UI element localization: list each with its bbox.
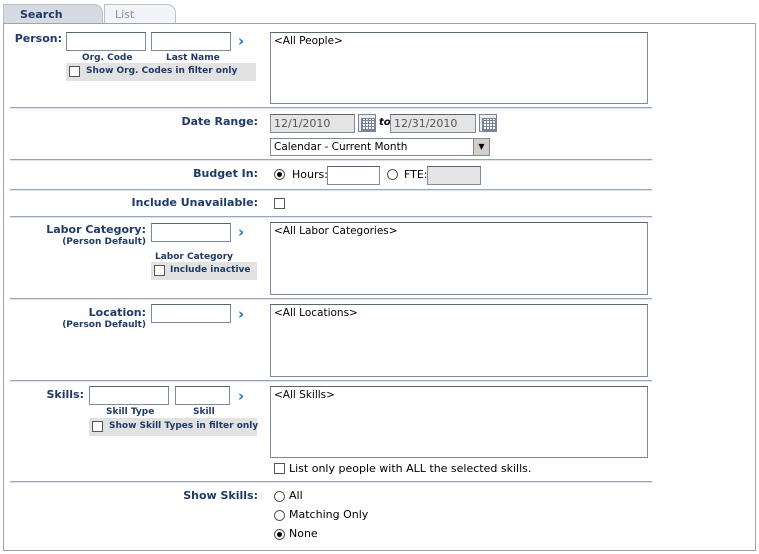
- date-preset-value: Calendar - Current Month: [274, 141, 408, 153]
- tab-search-label: Search: [20, 8, 63, 21]
- skills-search-arrow-icon[interactable]: ›: [238, 389, 244, 404]
- separator: [10, 481, 652, 483]
- labor-category-field-label: Labor Category: [155, 252, 234, 262]
- people-list-item[interactable]: <All People>: [274, 35, 343, 47]
- show-skills-matching-radio[interactable]: [274, 510, 285, 521]
- include-unavailable-label: Include Unavailable:: [131, 196, 258, 209]
- date-from-input[interactable]: 12/1/2010: [270, 114, 355, 133]
- show-skill-types-label: Show Skill Types in filter only: [109, 421, 259, 431]
- last-name-label: Last Name: [166, 53, 220, 63]
- budget-fte-radio[interactable]: [387, 169, 398, 180]
- separator: [10, 298, 652, 300]
- skills-list-item[interactable]: <All Skills>: [274, 389, 335, 401]
- show-org-codes-label: Show Org. Codes in filter only: [86, 66, 238, 76]
- date-from-calendar-icon[interactable]: [358, 114, 376, 132]
- show-skills-matching-label: Matching Only: [289, 508, 369, 521]
- separator: [10, 216, 652, 218]
- tab-search[interactable]: Search: [3, 4, 103, 24]
- budget-in-label: Budget In:: [193, 167, 258, 180]
- include-inactive-label: Include inactive: [170, 265, 251, 275]
- show-skills-none-radio[interactable]: [274, 529, 285, 540]
- person-label: Person:: [14, 32, 62, 45]
- all-selected-skills-label: List only people with ALL the selected s…: [289, 462, 532, 475]
- skills-label: Skills:: [46, 388, 85, 401]
- date-range-label: Date Range:: [181, 115, 258, 128]
- budget-fte-label: FTE:: [404, 168, 428, 181]
- location-search-arrow-icon[interactable]: ›: [238, 307, 244, 322]
- skill-input[interactable]: [175, 386, 230, 405]
- last-name-input[interactable]: [151, 32, 231, 51]
- skill-label: Skill: [193, 407, 215, 417]
- people-listbox[interactable]: <All People>: [270, 32, 648, 104]
- labor-category-label: Labor Category:: [46, 223, 146, 236]
- date-to-label: to: [379, 117, 391, 128]
- org-code-label: Org. Code: [82, 53, 133, 63]
- budget-hours-radio[interactable]: [274, 169, 285, 180]
- date-to-input[interactable]: 12/31/2010: [390, 114, 476, 133]
- show-skills-all-radio[interactable]: [274, 491, 285, 502]
- include-unavailable-checkbox[interactable]: [274, 198, 285, 209]
- tab-list[interactable]: List: [104, 4, 176, 24]
- person-search-arrow-icon[interactable]: ›: [238, 34, 244, 49]
- labor-category-list-item[interactable]: <All Labor Categories>: [274, 225, 398, 237]
- show-skills-all-label: All: [289, 489, 303, 502]
- include-inactive-checkbox[interactable]: [154, 265, 165, 276]
- skill-type-input[interactable]: [89, 386, 169, 405]
- fte-input[interactable]: [427, 166, 481, 185]
- skill-type-label: Skill Type: [106, 407, 155, 417]
- separator: [10, 189, 652, 191]
- show-skills-none-label: None: [289, 527, 318, 540]
- labor-category-sublabel: (Person Default): [62, 237, 146, 247]
- labor-category-input[interactable]: [151, 223, 231, 242]
- location-list-item[interactable]: <All Locations>: [274, 307, 358, 319]
- tab-list-label: List: [115, 8, 135, 21]
- labor-category-listbox[interactable]: <All Labor Categories>: [270, 222, 648, 295]
- location-input[interactable]: [151, 304, 231, 323]
- hours-input[interactable]: [327, 166, 380, 185]
- labor-category-search-arrow-icon[interactable]: ›: [238, 225, 244, 240]
- org-code-input[interactable]: [66, 32, 146, 51]
- location-listbox[interactable]: <All Locations>: [270, 304, 648, 377]
- date-to-calendar-icon[interactable]: [479, 114, 497, 132]
- separator: [10, 380, 652, 382]
- location-label: Location:: [88, 306, 146, 319]
- show-skills-label: Show Skills:: [183, 489, 258, 502]
- separator: [10, 159, 652, 161]
- budget-hours-label: Hours:: [292, 168, 328, 181]
- date-preset-select[interactable]: Calendar - Current Month ▼: [270, 138, 490, 156]
- chevron-down-icon[interactable]: ▼: [473, 139, 489, 155]
- location-sublabel: (Person Default): [62, 320, 146, 330]
- show-org-codes-checkbox[interactable]: [69, 66, 80, 77]
- all-selected-skills-checkbox[interactable]: [274, 463, 285, 474]
- skills-listbox[interactable]: <All Skills>: [270, 386, 648, 458]
- separator: [10, 107, 652, 109]
- show-skill-types-checkbox[interactable]: [92, 421, 103, 432]
